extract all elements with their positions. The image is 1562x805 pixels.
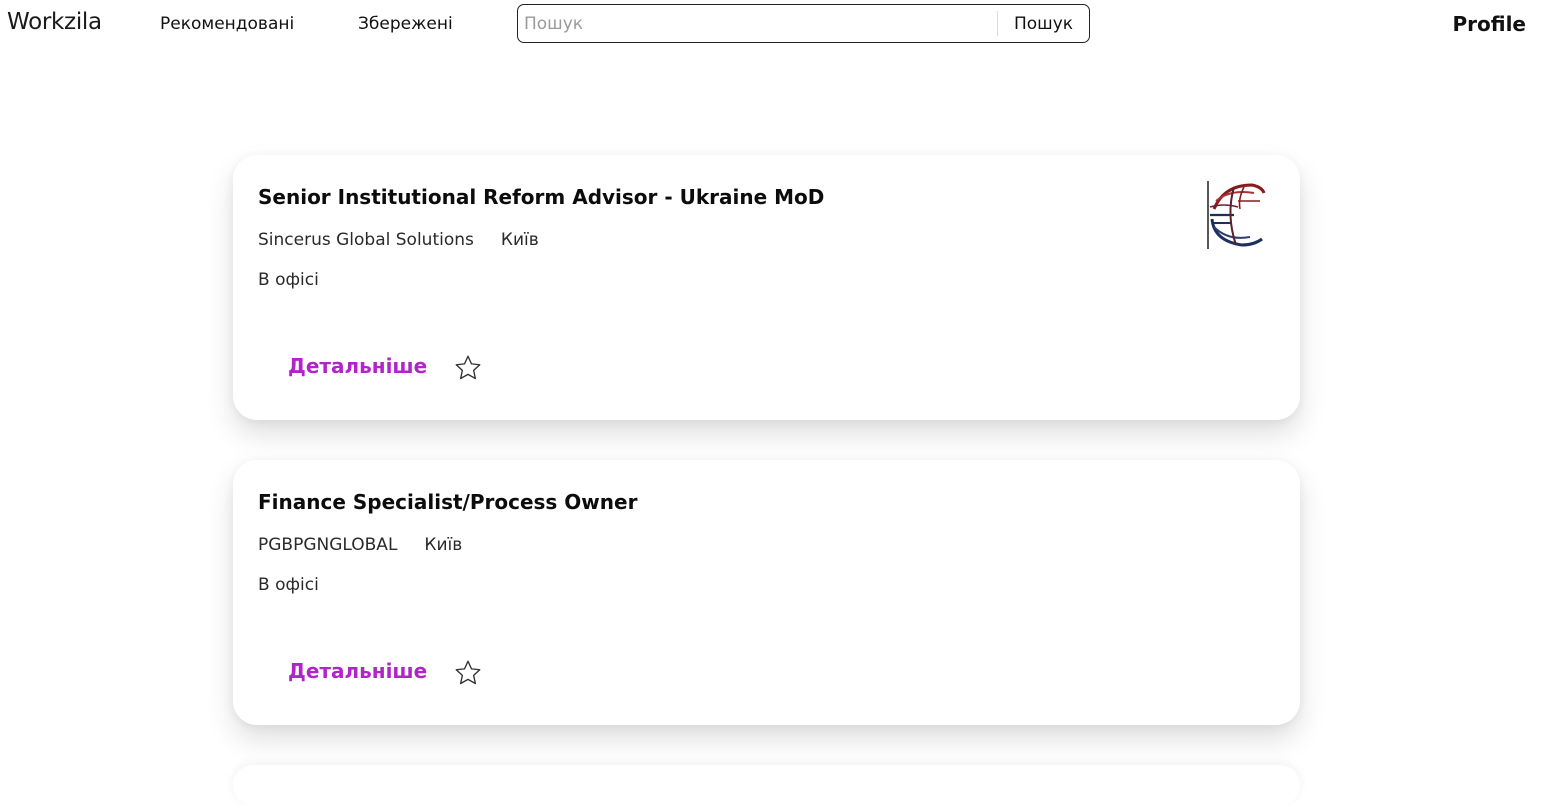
job-company: PGBPGNGLOBAL: [258, 535, 398, 555]
job-city: Київ: [500, 230, 539, 250]
job-meta: Sincerus Global Solutions Київ: [258, 230, 539, 250]
brand-logo-link[interactable]: Workzila: [7, 9, 102, 35]
search-input[interactable]: [518, 5, 997, 42]
job-city: Київ: [424, 535, 463, 555]
job-card-partial: [233, 765, 1300, 805]
job-card: Finance Specialist/Process Owner PGBPGNG…: [233, 460, 1300, 725]
company-logo-globe-icon: [1207, 181, 1266, 249]
job-work-mode: В офісі: [258, 575, 319, 595]
details-link[interactable]: Детальніше: [288, 354, 427, 378]
top-navbar: Workzila Рекомендовані Збережені Пошук P…: [0, 0, 1562, 50]
details-link[interactable]: Детальніше: [288, 659, 427, 683]
profile-link[interactable]: Profile: [1452, 12, 1526, 36]
search-button[interactable]: Пошук: [997, 11, 1089, 36]
nav-link-saved[interactable]: Збережені: [358, 14, 453, 34]
job-title: Finance Specialist/Process Owner: [258, 490, 638, 514]
save-star-button[interactable]: [453, 658, 483, 688]
job-work-mode: В офісі: [258, 270, 319, 290]
job-list: Senior Institutional Reform Advisor - Uk…: [233, 155, 1300, 765]
job-meta: PGBPGNGLOBAL Київ: [258, 535, 462, 555]
job-company: Sincerus Global Solutions: [258, 230, 474, 250]
star-icon: [455, 355, 481, 380]
nav-link-recommended[interactable]: Рекомендовані: [160, 14, 294, 34]
job-card: Senior Institutional Reform Advisor - Uk…: [233, 155, 1300, 420]
search-form: Пошук: [517, 4, 1090, 43]
job-title: Senior Institutional Reform Advisor - Uk…: [258, 185, 825, 209]
save-star-button[interactable]: [453, 353, 483, 383]
star-icon: [455, 660, 481, 685]
